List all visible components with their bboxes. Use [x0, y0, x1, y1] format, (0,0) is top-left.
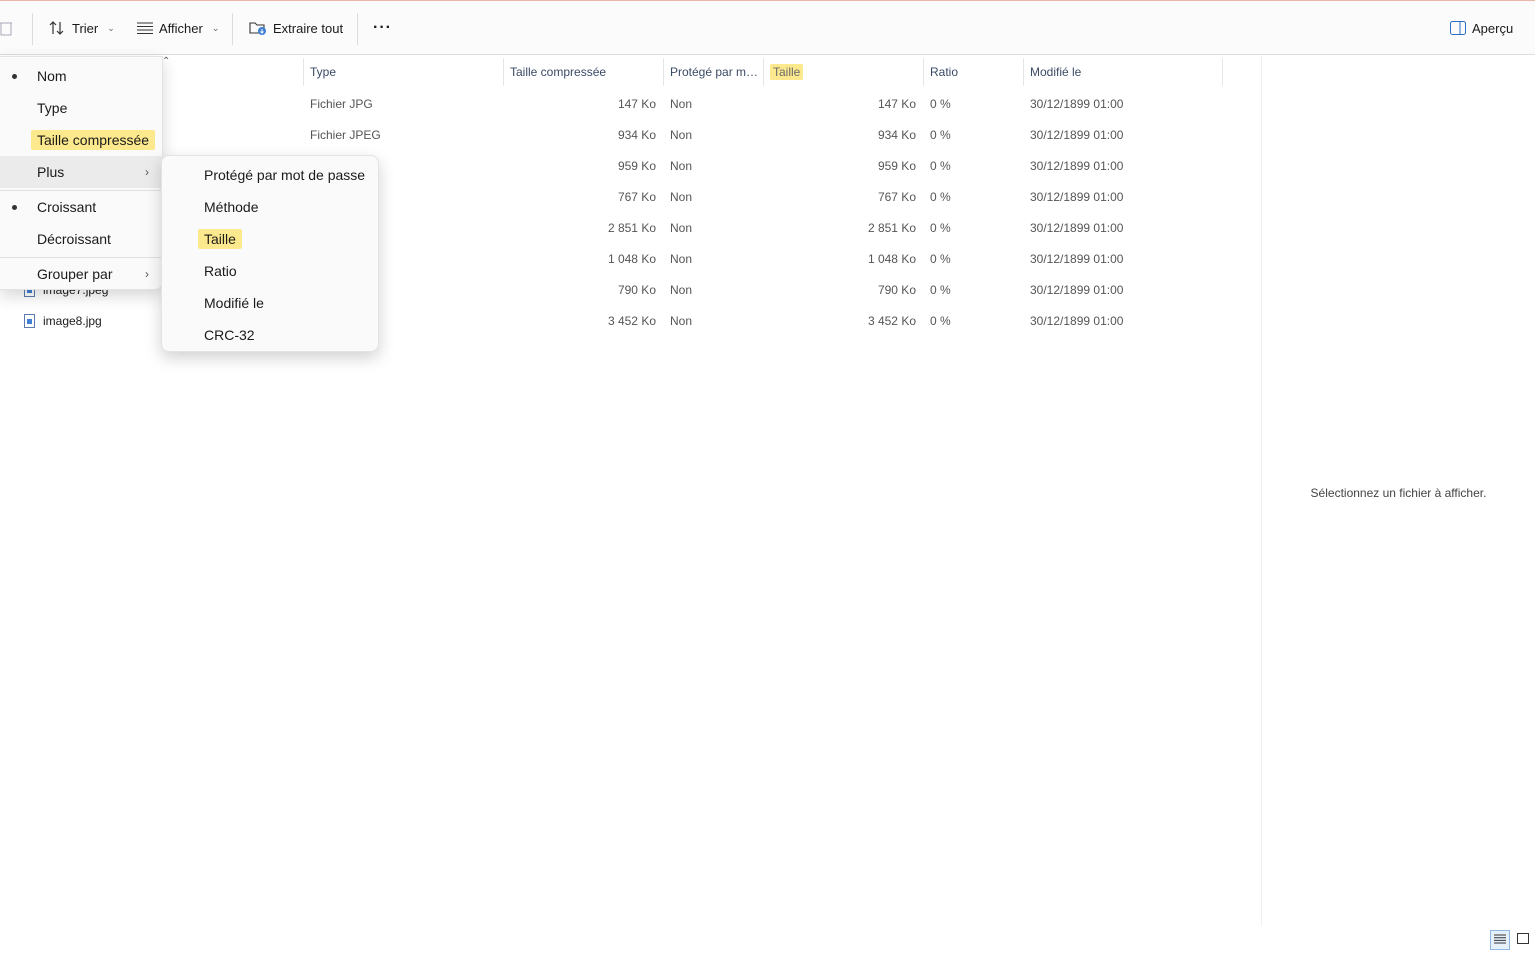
sort-menu-item-ascending[interactable]: Croissant — [0, 191, 163, 223]
submenu-item-password-protected[interactable]: Protégé par mot de passe — [162, 159, 380, 191]
sort-icon — [48, 20, 66, 36]
cell-size: 767 Ko — [877, 189, 916, 204]
tiles-view-icon — [1517, 931, 1529, 949]
list-view-icon — [137, 22, 153, 34]
sort-label: Trier — [72, 20, 99, 36]
more-icon: ··· — [373, 19, 392, 36]
cell-compressed: 767 Ko — [617, 189, 656, 204]
image-file-icon — [24, 313, 35, 328]
column-header-type[interactable]: Type — [303, 58, 503, 86]
details-view-button[interactable] — [1490, 930, 1510, 950]
sort-menu-item-descending[interactable]: Décroissant — [0, 223, 163, 255]
tiles-view-button[interactable] — [1513, 930, 1533, 950]
cell-modified: 30/12/1899 01:00 — [1030, 189, 1124, 204]
cell-compressed: 2 851 Ko — [607, 220, 656, 235]
sort-menu-item-group-by[interactable]: Grouper par › — [0, 258, 163, 290]
preview-pane-icon — [1450, 21, 1466, 35]
extract-folder-icon — [249, 20, 267, 36]
view-button[interactable]: Afficher ⌄ — [137, 13, 219, 43]
file-name-cell[interactable]: image8.jpg — [24, 305, 102, 336]
table-row[interactable]: Fichier JPEG 934 Ko Non 934 Ko 0 % 30/12/1899… — [0, 119, 1260, 150]
chevron-down-icon: ⌄ — [107, 22, 115, 33]
cell-ratio: 0 % — [930, 282, 951, 297]
submenu-item-crc32[interactable]: CRC-32 — [162, 319, 380, 351]
delete-icon[interactable] — [0, 19, 12, 37]
cell-protected: Non — [670, 220, 693, 235]
column-header-size[interactable]: Taille — [763, 58, 923, 86]
submenu-item-size[interactable]: Taille — [162, 223, 380, 255]
cell-protected: Non — [670, 313, 693, 328]
column-header-protected[interactable]: Protégé par m… — [663, 58, 763, 86]
cell-ratio: 0 % — [930, 158, 951, 173]
cell-size: 1 048 Ko — [867, 251, 916, 266]
cell-size: 147 Ko — [877, 96, 916, 111]
cell-compressed: 1 048 Ko — [607, 251, 656, 266]
table-row[interactable]: Fichier JPG 147 Ko Non 147 Ko 0 % 30/12/1899 … — [0, 88, 1260, 119]
cell-size: 790 Ko — [877, 282, 916, 297]
extract-all-button[interactable]: Extraire tout — [249, 13, 343, 43]
cell-ratio: 0 % — [930, 127, 951, 142]
cell-compressed: 934 Ko — [617, 127, 656, 142]
cell-compressed: 147 Ko — [617, 96, 656, 111]
cell-modified: 30/12/1899 01:00 — [1030, 96, 1124, 111]
cell-modified: 30/12/1899 01:00 — [1030, 220, 1124, 235]
cell-size: 959 Ko — [877, 158, 916, 173]
cell-modified: 30/12/1899 01:00 — [1030, 158, 1124, 173]
chevron-down-icon: ⌄ — [211, 22, 220, 33]
toolbar-separator — [32, 13, 33, 45]
column-header-compressed-size[interactable]: Taille compressée — [503, 58, 663, 86]
cell-protected: Non — [670, 189, 693, 204]
preview-message: Sélectionnez un fichier à afficher. — [1310, 486, 1487, 500]
cell-type: Fichier JPG — [310, 96, 373, 111]
cell-protected: Non — [670, 96, 693, 111]
sort-menu-item-name[interactable]: Nom — [0, 60, 163, 92]
command-bar: Trier ⌄ Afficher ⌄ Extraire tout ··· Ape… — [0, 1, 1535, 55]
sort-menu-item-more[interactable]: Plus › — [0, 156, 163, 188]
submenu-item-method[interactable]: Méthode — [162, 191, 380, 223]
preview-label: Aperçu — [1472, 20, 1514, 36]
cell-modified: 30/12/1899 01:00 — [1030, 313, 1124, 328]
cell-size: 2 851 Ko — [867, 220, 916, 235]
selected-bullet-icon — [12, 73, 17, 79]
cell-modified: 30/12/1899 01:00 — [1030, 282, 1124, 297]
submenu-item-ratio[interactable]: Ratio — [162, 255, 380, 287]
chevron-right-icon: › — [145, 165, 149, 179]
more-options-button[interactable]: ··· — [373, 13, 392, 43]
submenu-item-modified[interactable]: Modifié le — [162, 287, 380, 319]
sort-menu: Nom Type Taille compressée Plus › Croiss… — [0, 56, 163, 290]
toolbar-separator — [232, 13, 233, 45]
cell-modified: 30/12/1899 01:00 — [1030, 127, 1124, 142]
cell-ratio: 0 % — [930, 189, 951, 204]
cell-protected: Non — [670, 282, 693, 297]
cell-ratio: 0 % — [930, 220, 951, 235]
sort-menu-item-type[interactable]: Type — [0, 92, 163, 124]
column-header-modified[interactable]: Modifié le — [1023, 58, 1223, 86]
scroll-up-arrow-icon[interactable]: ⌃ — [162, 56, 170, 67]
cell-ratio: 0 % — [930, 313, 951, 328]
cell-protected: Non — [670, 127, 693, 142]
cell-size: 3 452 Ko — [867, 313, 916, 328]
toolbar-separator — [357, 13, 358, 45]
column-header-ratio[interactable]: Ratio — [923, 58, 1023, 86]
cell-ratio: 0 % — [930, 96, 951, 111]
cell-compressed: 959 Ko — [617, 158, 656, 173]
sort-more-submenu: Protégé par mot de passe Méthode Taille … — [161, 155, 379, 352]
cell-modified: 30/12/1899 01:00 — [1030, 251, 1124, 266]
selected-bullet-icon — [12, 204, 17, 210]
details-view-icon — [1494, 931, 1506, 949]
extract-all-label: Extraire tout — [273, 20, 344, 36]
preview-pane-button[interactable]: Aperçu — [1450, 13, 1513, 43]
sort-menu-item-compressed-size[interactable]: Taille compressée — [0, 124, 163, 156]
sort-button[interactable]: Trier ⌄ — [48, 13, 115, 43]
cell-size: 934 Ko — [877, 127, 916, 142]
cell-compressed: 3 452 Ko — [607, 313, 656, 328]
cell-compressed: 790 Ko — [617, 282, 656, 297]
cell-protected: Non — [670, 251, 693, 266]
view-label: Afficher — [159, 20, 203, 36]
cell-protected: Non — [670, 158, 693, 173]
cell-ratio: 0 % — [930, 251, 951, 266]
chevron-right-icon: › — [145, 267, 149, 281]
cell-type: Fichier JPEG — [310, 127, 381, 142]
column-header-row: Type Taille compressée Protégé par m… Ta… — [0, 58, 1260, 86]
